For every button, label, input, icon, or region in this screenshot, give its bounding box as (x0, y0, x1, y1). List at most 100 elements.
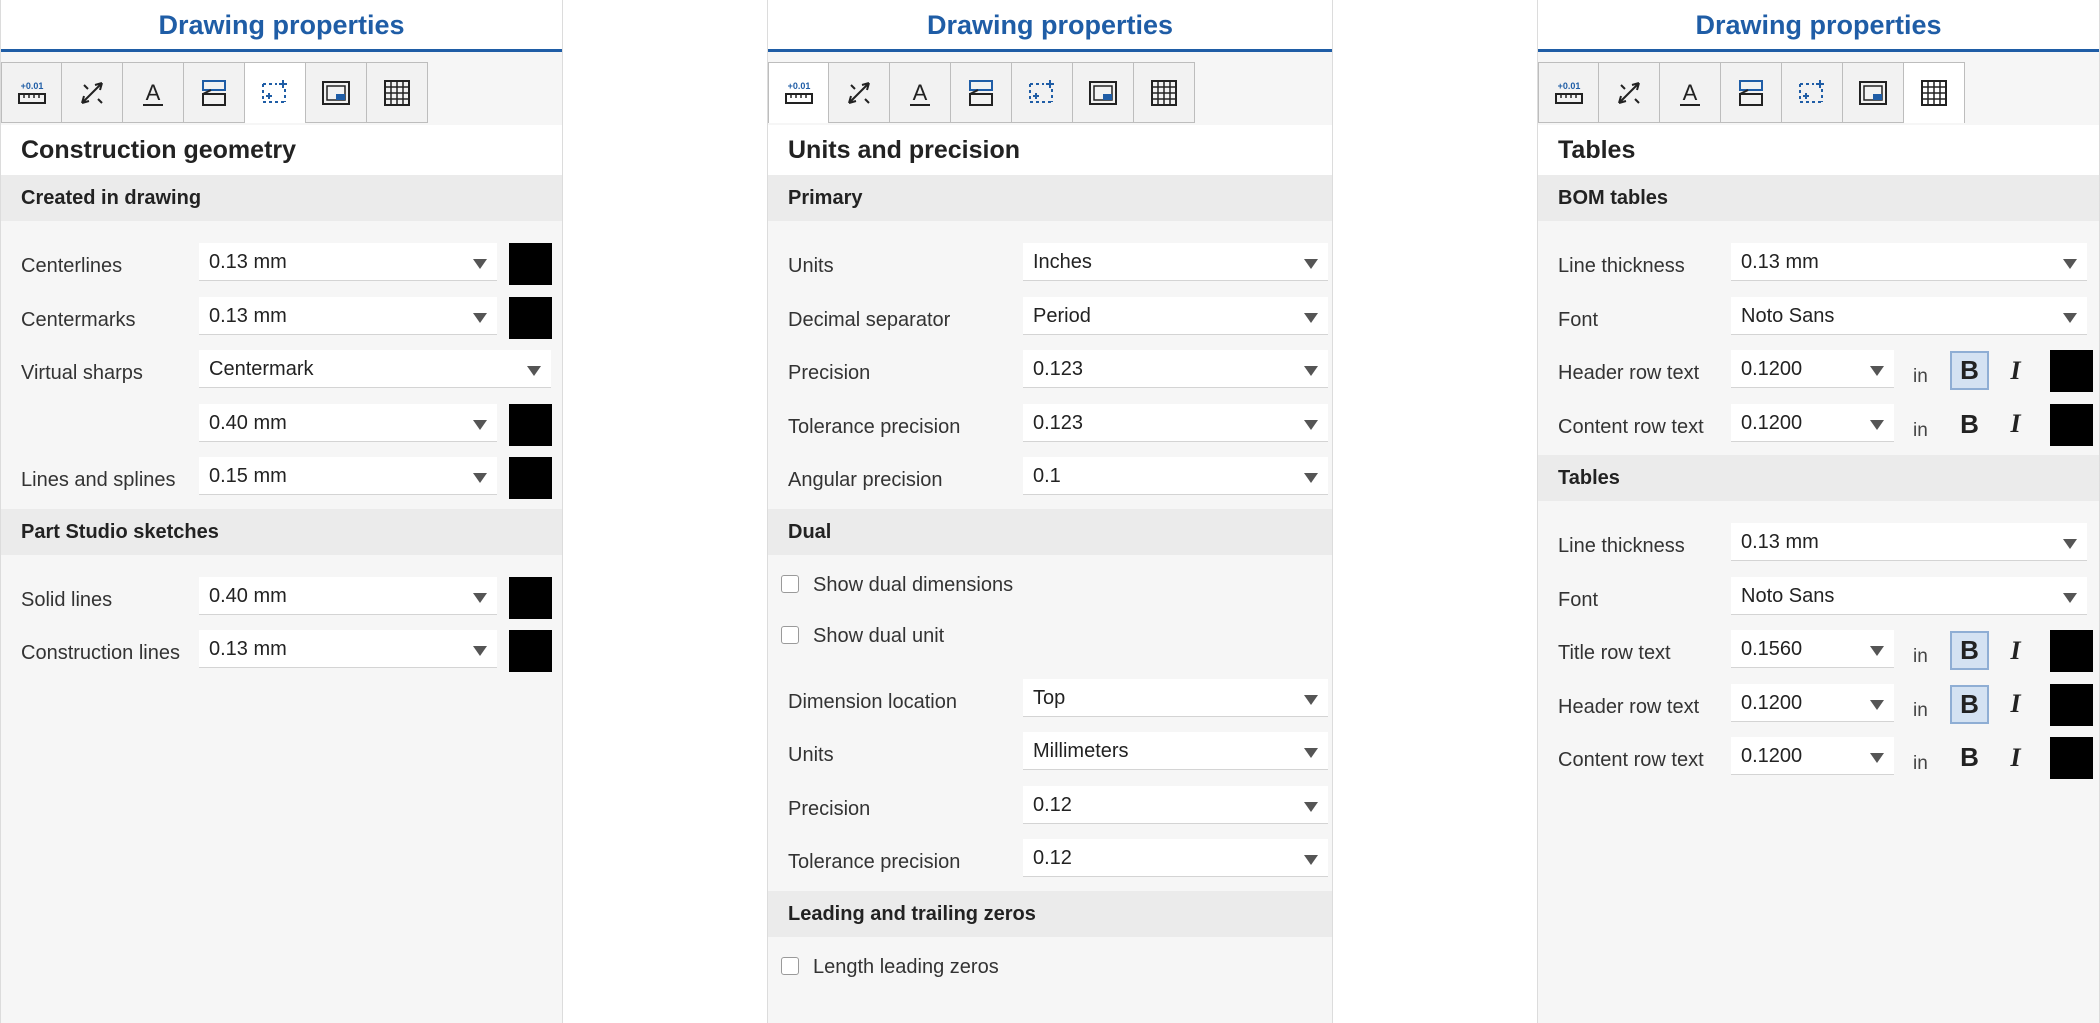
bom-line-thickness-row: Line thickness 0.13 mm (1538, 235, 2099, 289)
tab-tables[interactable] (1134, 62, 1195, 123)
dual-precision-select[interactable]: 0.12 (1023, 785, 1328, 824)
tab-sheet[interactable] (306, 62, 367, 123)
virtual-sharps-color-swatch[interactable] (509, 403, 552, 446)
tables-line-thickness-select[interactable]: 0.13 mm (1731, 523, 2087, 561)
tab-text[interactable]: A (123, 62, 184, 123)
italic-toggle-button[interactable]: I (1996, 351, 2035, 390)
dimension-arrow-icon (848, 81, 870, 104)
decimal-separator-row: Decimal separator Period (768, 289, 1332, 343)
lines-splines-color-swatch[interactable] (509, 457, 552, 499)
italic-toggle-button[interactable]: I (1996, 631, 2035, 670)
italic-toggle-button[interactable]: I (1996, 405, 2035, 444)
centermarks-color-swatch[interactable] (509, 296, 552, 339)
dimension-location-select[interactable]: Top (1023, 678, 1328, 717)
tables-header-color-swatch[interactable] (2050, 683, 2093, 726)
bom-line-thickness-select[interactable]: 0.13 mm (1731, 243, 2087, 281)
tables-content-color-swatch[interactable] (2050, 737, 2093, 779)
angular-precision-select[interactable]: 0.1 (1023, 457, 1328, 495)
tab-units-precision[interactable]: +0.01 (1, 62, 62, 123)
decimal-separator-select[interactable]: Period (1023, 296, 1328, 335)
group-primary: Primary (768, 175, 1332, 221)
tab-construction-geometry[interactable] (1782, 62, 1843, 123)
construction-geometry-icon (1799, 79, 1824, 103)
primary-tolerance-precision-select[interactable]: 0.123 (1023, 403, 1328, 442)
show-dual-unit-checkbox[interactable] (781, 625, 799, 644)
tab-units-precision[interactable]: +0.01 (1538, 62, 1599, 123)
tables-title-size-select[interactable]: 0.1560 (1731, 630, 1894, 668)
svg-text:+0.01: +0.01 (20, 81, 43, 91)
tab-text[interactable]: A (1660, 62, 1721, 123)
bold-toggle-button[interactable]: B (1950, 631, 1989, 670)
lines-splines-label: Lines and splines (21, 469, 176, 491)
primary-precision-select[interactable]: 0.123 (1023, 350, 1328, 388)
tab-sheet[interactable] (1843, 62, 1904, 123)
tab-sheet[interactable] (1073, 62, 1134, 123)
lines-splines-thickness-select[interactable]: 0.15 mm (199, 457, 497, 495)
dual-units-select[interactable]: Millimeters (1023, 732, 1328, 770)
chevron-down-icon (1870, 646, 1884, 656)
tab-annotations[interactable] (184, 62, 245, 123)
solid-lines-color-swatch[interactable] (509, 576, 552, 619)
units-precision-icon: +0.01 (1554, 81, 1583, 104)
centerlines-label: Centerlines (21, 255, 123, 277)
tables-content-size-select[interactable]: 0.1200 (1731, 737, 1894, 775)
tables-font-select[interactable]: Noto Sans (1731, 576, 2087, 615)
annotation-icon (969, 79, 993, 106)
solid-lines-thickness-select[interactable]: 0.40 mm (199, 576, 497, 615)
bom-content-size-select[interactable]: 0.1200 (1731, 403, 1894, 442)
bold-toggle-button[interactable]: B (1950, 684, 1989, 724)
sheet-border-icon (1089, 80, 1117, 105)
construction-geometry-icon (1029, 79, 1054, 103)
virtual-sharps-type-select[interactable]: Centermark (199, 350, 551, 388)
tab-text[interactable]: A (890, 62, 951, 123)
tab-annotations[interactable] (1721, 62, 1782, 123)
tab-dimensions[interactable] (62, 62, 123, 123)
centerlines-color-swatch[interactable] (509, 243, 552, 285)
centerlines-row: Centerlines 0.13 mm (1, 235, 562, 289)
tab-tables[interactable] (1904, 62, 1965, 123)
dual-tolerance-precision-row: Tolerance precision 0.12 (768, 831, 1332, 885)
primary-units-select[interactable]: Inches (1023, 243, 1328, 281)
bom-font-select[interactable]: Noto Sans (1731, 296, 2087, 335)
field-label: Line thickness (1558, 255, 1685, 277)
tab-dimensions[interactable] (1599, 62, 1660, 123)
tab-units-precision[interactable]: +0.01 (768, 62, 829, 123)
tables-header-row-text-row: Header row text 0.1200 in B I (1538, 676, 2099, 730)
show-dual-unit-row: Show dual unit (768, 612, 1332, 663)
tab-tables[interactable] (367, 62, 428, 123)
centerlines-thickness-select[interactable]: 0.13 mm (199, 243, 497, 281)
chevron-down-icon (1304, 473, 1318, 483)
italic-toggle-button[interactable]: I (1996, 738, 2035, 777)
field-label: Dimension location (788, 690, 957, 713)
dual-tolerance-precision-select[interactable]: 0.12 (1023, 839, 1328, 877)
tables-header-size-select[interactable]: 0.1200 (1731, 683, 1894, 722)
field-label: Content row text (1558, 415, 1704, 438)
length-leading-zeros-checkbox[interactable] (781, 956, 799, 975)
tab-annotations[interactable] (951, 62, 1012, 123)
bom-content-color-swatch[interactable] (2050, 403, 2093, 446)
group-created-in-drawing: Created in drawing (1, 175, 562, 221)
show-dual-dimensions-checkbox[interactable] (781, 574, 799, 593)
tab-construction-geometry[interactable] (245, 62, 306, 123)
tables-title-color-swatch[interactable] (2050, 630, 2093, 672)
unit-label: in (1913, 699, 1928, 721)
bold-toggle-button[interactable]: B (1950, 738, 1989, 777)
centermarks-thickness-select[interactable]: 0.13 mm (199, 296, 497, 335)
tab-construction-geometry[interactable] (1012, 62, 1073, 123)
field-label: Units (788, 744, 834, 766)
group-tables: Tables (1538, 455, 2099, 501)
bom-header-color-swatch[interactable] (2050, 350, 2093, 392)
bold-toggle-button[interactable]: B (1950, 351, 1989, 390)
section-title: Tables (1538, 125, 2099, 175)
solid-lines-row: Solid lines 0.40 mm (1, 569, 562, 623)
tables-title-row-text-row: Title row text 0.1560 in B I (1538, 622, 2099, 676)
bold-toggle-button[interactable]: B (1950, 405, 1989, 444)
construction-lines-thickness-select[interactable]: 0.13 mm (199, 630, 497, 668)
italic-toggle-button[interactable]: I (1996, 685, 2035, 724)
construction-lines-color-swatch[interactable] (509, 630, 552, 672)
svg-text:A: A (146, 80, 161, 105)
solid-lines-label: Solid lines (21, 588, 113, 611)
bom-header-size-select[interactable]: 0.1200 (1731, 350, 1894, 388)
virtual-sharps-size-select[interactable]: 0.40 mm (199, 403, 497, 442)
tab-dimensions[interactable] (829, 62, 890, 123)
